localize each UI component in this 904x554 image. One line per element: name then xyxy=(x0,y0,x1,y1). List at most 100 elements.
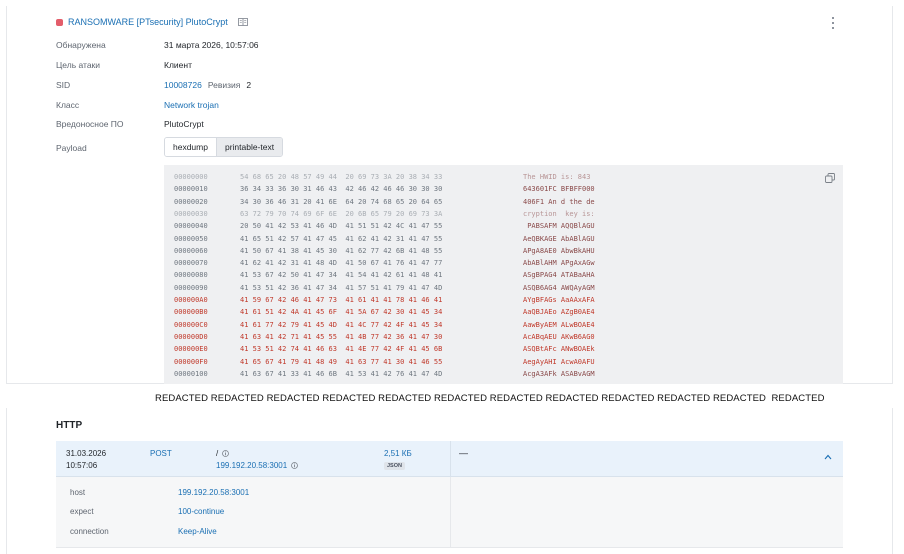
hex-ascii: The HWID is: 843 xyxy=(523,173,591,181)
header-key: expect xyxy=(70,507,94,516)
class-link[interactable]: Network trojan xyxy=(164,100,219,110)
hex-bytes: 34 30 36 46 31 20 41 6E 64 20 74 68 65 2… xyxy=(240,197,443,206)
request-path: / xyxy=(216,449,219,458)
column-divider xyxy=(450,477,451,548)
alert-title-row: RANSOMWARE [PTsecurity] PlutoCrypt xyxy=(56,17,248,27)
hex-bytes: 20 50 41 42 53 41 46 4D 41 51 51 42 4C 4… xyxy=(240,222,443,231)
format-badge: JSON xyxy=(384,462,405,470)
target-label: Цель атаки xyxy=(56,60,101,70)
response-placeholder: — xyxy=(459,448,468,458)
hex-bytes: 36 34 33 36 30 31 46 43 42 46 42 46 46 3… xyxy=(240,185,443,194)
payload-label: Payload xyxy=(56,143,87,153)
hex-offset: 000000A0 xyxy=(174,296,208,304)
http-headers-panel xyxy=(56,477,843,548)
chevron-up-icon[interactable] xyxy=(824,454,832,460)
alert-title[interactable]: RANSOMWARE [PTsecurity] PlutoCrypt xyxy=(68,17,228,27)
hex-ascii: ASQBtAFc ANwBOAEk xyxy=(523,345,595,354)
hex-bytes: 41 61 77 42 79 41 45 4D 41 4C 77 42 4F 4… xyxy=(240,320,443,329)
header-value[interactable]: 100-continue xyxy=(178,507,224,516)
hex-bytes: 41 53 51 42 74 41 46 63 41 4E 77 42 4F 4… xyxy=(240,345,443,354)
copy-icon[interactable] xyxy=(825,173,835,183)
hex-bytes: 41 61 51 42 4A 41 45 6F 41 5A 67 42 30 4… xyxy=(240,308,443,317)
more-menu-icon[interactable] xyxy=(829,17,837,29)
hex-ascii: AYgBFAGs AaAAxAFA xyxy=(523,296,595,304)
hex-offset: 00000080 xyxy=(174,271,208,280)
hex-ascii: AcgA3AFk ASABvAGM xyxy=(523,369,595,378)
hex-offset: 00000040 xyxy=(174,222,208,231)
request-time: 10:57:06 xyxy=(66,461,98,470)
hex-bytes: 41 63 41 42 71 41 45 55 41 4B 77 42 36 4… xyxy=(240,332,443,341)
request-method: POST xyxy=(150,449,172,458)
hex-ascii: ASgBPAG4 ATABaAHA xyxy=(523,271,595,280)
sid-row: 10008726 Ревизия 2 xyxy=(164,80,251,90)
hex-ascii: APgA8AE0 AbwBkAHU xyxy=(523,246,595,255)
hex-bytes: 41 53 67 42 50 41 47 34 41 54 41 42 61 4… xyxy=(240,271,443,280)
severity-indicator xyxy=(56,18,63,26)
hex-ascii: AcABqAEU AKwB6AG0 xyxy=(523,332,595,341)
hex-offset: 00000020 xyxy=(174,197,208,206)
hex-bytes: 41 50 67 41 38 41 45 30 41 62 77 42 6B 4… xyxy=(240,246,443,255)
hex-offset: 000000F0 xyxy=(174,357,208,366)
info-icon[interactable] xyxy=(291,462,299,469)
class-label: Класс xyxy=(56,100,80,110)
hex-ascii: AaQBJAEo AZgB0AE4 xyxy=(523,308,595,317)
hex-bytes: 41 63 67 41 33 41 46 6B 41 53 41 42 76 4… xyxy=(240,369,443,378)
header-key: host xyxy=(70,488,86,497)
header-value[interactable]: 199.192.20.58:3001 xyxy=(178,488,249,497)
hex-offset: 00000010 xyxy=(174,185,208,194)
revision-label: Ревизия xyxy=(207,80,241,90)
hex-bytes: 54 68 65 20 48 57 49 44 20 69 73 3A 20 3… xyxy=(240,173,443,181)
hexdump-panel: 00000000 54 68 65 20 48 57 49 44 20 69 73… xyxy=(164,165,843,384)
sid-label: SID xyxy=(56,80,71,90)
target-value: Клиент xyxy=(164,60,192,70)
http-section-title: HTTP xyxy=(56,420,83,431)
hex-ascii: 643601FC BFBFF000 xyxy=(523,185,595,194)
hex-offset: 00000060 xyxy=(174,246,208,255)
hex-bytes: 63 72 79 70 74 69 6F 6E 20 6B 65 79 20 6… xyxy=(240,209,443,218)
tab-hexdump[interactable]: hexdump xyxy=(165,138,216,156)
hex-bytes: 41 65 51 42 57 41 47 45 41 62 41 42 31 4… xyxy=(240,234,443,243)
header-key: connection xyxy=(70,527,109,536)
column-divider xyxy=(450,441,451,477)
request-size: 2,51 КБ xyxy=(384,449,412,458)
hex-ascii: AeQBKAGE AbABlAGU xyxy=(523,234,595,243)
detected-value: 31 марта 2026, 10:57:06 xyxy=(164,40,259,50)
book-icon[interactable] xyxy=(237,18,248,26)
info-icon[interactable] xyxy=(222,450,230,457)
hex-ascii: AegAyAHI AcwA0AFU xyxy=(523,357,595,366)
hex-ascii: ASQB6AG4 AWQAyAGM xyxy=(523,283,595,292)
payload-view-toggle: hexdump printable-text xyxy=(164,137,284,157)
tab-printable-text[interactable]: printable-text xyxy=(215,138,283,156)
hex-offset: 000000D0 xyxy=(174,332,208,341)
detected-label: Обнаружена xyxy=(56,40,106,50)
malware-label: Вредоносное ПО xyxy=(56,119,124,129)
hex-offset: 000000C0 xyxy=(174,320,208,329)
http-request-row[interactable] xyxy=(56,441,843,477)
hex-bytes: 41 53 51 42 36 41 47 34 41 57 51 41 79 4… xyxy=(240,283,443,292)
hex-ascii: AawByAEM ALwBOAE4 xyxy=(523,320,595,329)
hex-bytes: 41 62 41 42 31 41 48 4D 41 50 67 41 76 4… xyxy=(240,259,443,268)
request-host-row: 199.192.20.58:3001 xyxy=(216,461,299,470)
hex-offset: 000000E0 xyxy=(174,345,208,354)
hex-ascii: 406F1 An d the de xyxy=(523,197,595,206)
hex-ascii: cryption key is: xyxy=(523,209,595,218)
request-path-row: / xyxy=(216,449,230,458)
request-date: 31.03.2026 xyxy=(66,449,107,458)
hex-bytes: 41 59 67 42 46 41 47 73 41 61 41 41 78 4… xyxy=(240,296,443,304)
hex-offset: 00000030 xyxy=(174,209,208,218)
hex-offset: 00000100 xyxy=(174,369,208,378)
sid-link[interactable]: 10008726 xyxy=(164,80,202,90)
hex-offset: 00000000 xyxy=(174,173,208,181)
hex-offset: 00000070 xyxy=(174,259,208,268)
header-value[interactable]: Keep-Alive xyxy=(178,527,217,536)
hex-ascii: AbABlAHM APgAxAGw xyxy=(523,259,595,268)
redacted-text: REDACTED REDACTED REDACTED REDACTED REDA… xyxy=(155,393,825,404)
malware-value: PlutoCrypt xyxy=(164,119,204,129)
hex-bytes: 41 65 67 41 79 41 48 49 41 63 77 41 30 4… xyxy=(240,357,443,366)
hex-offset: 000000B0 xyxy=(174,308,208,317)
hex-offset: 00000090 xyxy=(174,283,208,292)
hex-ascii: PABSAFM AQQBlAGU xyxy=(523,222,595,231)
hex-offset: 00000050 xyxy=(174,234,208,243)
revision-value: 2 xyxy=(246,80,252,90)
request-host[interactable]: 199.192.20.58:3001 xyxy=(216,461,287,470)
